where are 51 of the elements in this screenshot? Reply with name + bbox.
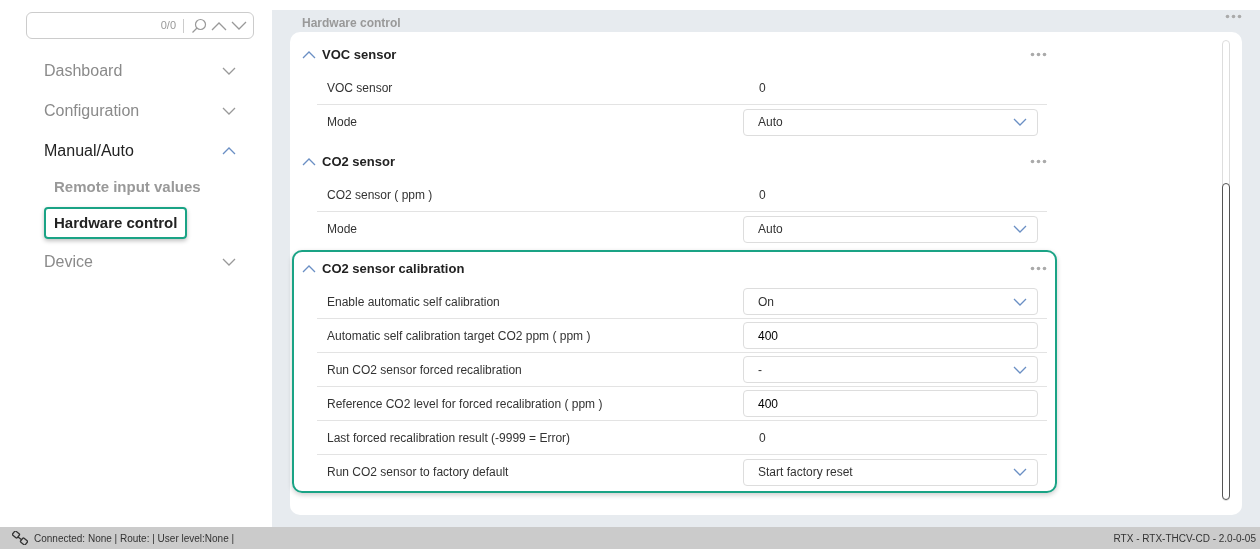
dropdown[interactable]: On xyxy=(743,288,1038,315)
field-label: Run CO2 sensor forced recalibration xyxy=(326,361,523,379)
caret-icon xyxy=(1013,364,1027,375)
section-title: VOC sensor xyxy=(322,45,397,64)
field-value: 0 xyxy=(758,186,766,204)
caret-icon xyxy=(1013,117,1027,127)
section-title: CO2 sensor xyxy=(322,152,395,171)
input-field[interactable]: 400 xyxy=(743,390,1038,417)
more-icon[interactable] xyxy=(1030,159,1047,164)
field-label: Mode xyxy=(326,221,359,238)
collapse-icon[interactable] xyxy=(302,49,316,60)
input-field[interactable]: 400 xyxy=(743,322,1038,349)
down-icon[interactable] xyxy=(231,20,247,31)
collapse-icon[interactable] xyxy=(302,263,316,274)
more-icon[interactable] xyxy=(1030,266,1047,271)
field-label: Enable automatic self calibration xyxy=(326,293,501,311)
device-info: RTX - RTX-THCV-CD - 2.0-0-05 xyxy=(1113,531,1256,546)
field-label: Automatic self calibration target CO2 ppm ( ppm ) xyxy=(326,327,592,345)
page-title: Hardware control xyxy=(302,15,401,32)
dropdown[interactable]: Auto xyxy=(743,215,1038,243)
dropdown[interactable]: Start factory reset xyxy=(743,458,1038,486)
caret-icon xyxy=(1013,296,1027,307)
field-label: VOC sensor xyxy=(326,79,394,97)
field-value: 0 xyxy=(758,79,766,97)
field-label: Run CO2 sensor to factory default xyxy=(326,464,510,481)
caret-icon xyxy=(1013,224,1027,234)
sidebar-item[interactable]: Device xyxy=(44,250,93,274)
field-label: Mode xyxy=(326,114,359,131)
field-label: Reference CO2 level for forced recalibration ( ppm ) xyxy=(326,395,604,413)
up-icon[interactable] xyxy=(211,20,227,31)
sidebar-item[interactable]: Manual/Auto xyxy=(44,139,134,163)
dropdown[interactable]: Auto xyxy=(743,108,1038,136)
search-icon[interactable] xyxy=(191,17,207,34)
collapse-icon[interactable] xyxy=(302,156,316,167)
match-count: 0/0 xyxy=(160,18,176,34)
caret-icon xyxy=(1013,467,1027,477)
field-label: CO2 sensor ( ppm ) xyxy=(326,186,434,204)
sidebar-item[interactable]: Dashboard xyxy=(44,59,123,83)
field-label: Last forced recalibration result (-9999 = Error) xyxy=(326,429,572,447)
dropdown[interactable]: - xyxy=(743,356,1038,383)
field-value: 0 xyxy=(758,429,766,447)
section-title: CO2 sensor calibration xyxy=(322,259,465,278)
more-icon[interactable] xyxy=(1225,14,1242,19)
expand-icon[interactable] xyxy=(222,106,236,116)
more-icon[interactable] xyxy=(1030,52,1047,57)
connection-status: Connected: None | Route: | User level:None | xyxy=(34,531,235,546)
link-icon xyxy=(12,531,28,545)
expand-icon[interactable] xyxy=(222,257,236,267)
expand-icon[interactable] xyxy=(222,66,236,76)
collapse-icon[interactable] xyxy=(222,146,236,156)
sidebar-subitem[interactable]: Hardware control xyxy=(44,206,188,239)
